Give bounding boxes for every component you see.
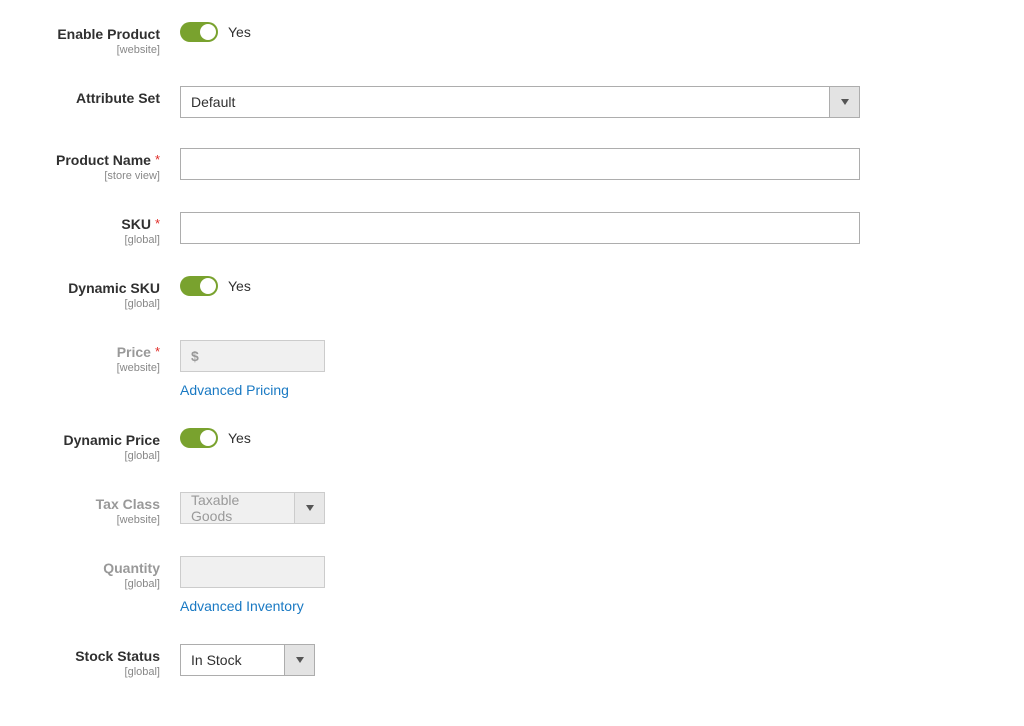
stock-status-select[interactable]: In Stock bbox=[180, 644, 315, 676]
toggle-track bbox=[180, 276, 218, 296]
quantity-input bbox=[191, 564, 314, 580]
toggle-label: Yes bbox=[228, 278, 251, 294]
label-text: Tax Class bbox=[96, 496, 160, 512]
enable-product-toggle[interactable]: Yes bbox=[180, 22, 251, 42]
control-dynamic-sku: Yes bbox=[180, 274, 251, 299]
product-name-input[interactable] bbox=[191, 156, 849, 172]
label-scope: [website] bbox=[30, 514, 160, 526]
price-input bbox=[205, 348, 314, 364]
chevron-down-icon bbox=[829, 87, 859, 117]
toggle-knob bbox=[200, 278, 216, 294]
sku-input-wrapper bbox=[180, 212, 860, 244]
label-scope: [global] bbox=[30, 450, 160, 462]
label-enable-product: Enable Product [website] bbox=[30, 20, 180, 56]
dynamic-sku-toggle[interactable]: Yes bbox=[180, 276, 251, 296]
label-text: Dynamic Price bbox=[64, 432, 161, 448]
required-asterisk: * bbox=[155, 344, 160, 359]
label-text: Enable Product bbox=[57, 26, 160, 42]
sku-input[interactable] bbox=[191, 220, 849, 236]
label-text: Product Name bbox=[56, 152, 151, 168]
control-stock-status: In Stock bbox=[180, 642, 315, 676]
label-scope: [global] bbox=[30, 578, 160, 590]
required-asterisk: * bbox=[155, 152, 160, 167]
label-scope: [website] bbox=[30, 362, 160, 374]
field-product-name: Product Name * [store view] bbox=[30, 146, 994, 182]
toggle-label: Yes bbox=[228, 430, 251, 446]
label-text: Stock Status bbox=[75, 648, 160, 664]
label-scope: [global] bbox=[30, 234, 160, 246]
toggle-label: Yes bbox=[228, 24, 251, 40]
field-stock-status: Stock Status [global] In Stock bbox=[30, 642, 994, 678]
label-scope: [global] bbox=[30, 298, 160, 310]
chevron-down-icon bbox=[284, 645, 314, 675]
label-scope: [store view] bbox=[30, 170, 160, 182]
toggle-knob bbox=[200, 430, 216, 446]
quantity-input-wrapper bbox=[180, 556, 325, 588]
label-text: Attribute Set bbox=[76, 90, 160, 106]
label-price: Price * [website] bbox=[30, 338, 180, 374]
label-text: Dynamic SKU bbox=[68, 280, 160, 296]
field-enable-product: Enable Product [website] Yes bbox=[30, 20, 994, 56]
control-dynamic-price: Yes bbox=[180, 426, 251, 451]
control-price: $ Advanced Pricing bbox=[180, 338, 325, 398]
chevron-down-icon bbox=[294, 493, 324, 523]
advanced-pricing-link[interactable]: Advanced Pricing bbox=[180, 382, 289, 398]
product-name-input-wrapper bbox=[180, 148, 860, 180]
select-value: Taxable Goods bbox=[181, 492, 294, 524]
toggle-knob bbox=[200, 24, 216, 40]
required-asterisk: * bbox=[155, 216, 160, 231]
field-price: Price * [website] $ Advanced Pricing bbox=[30, 338, 994, 398]
field-dynamic-price: Dynamic Price [global] Yes bbox=[30, 426, 994, 462]
toggle-track bbox=[180, 428, 218, 448]
field-quantity: Quantity [global] Advanced Inventory bbox=[30, 554, 994, 614]
advanced-inventory-link[interactable]: Advanced Inventory bbox=[180, 598, 304, 614]
label-quantity: Quantity [global] bbox=[30, 554, 180, 590]
label-scope: [global] bbox=[30, 666, 160, 678]
toggle-track bbox=[180, 22, 218, 42]
field-sku: SKU * [global] bbox=[30, 210, 994, 246]
label-text: Price bbox=[117, 344, 151, 360]
control-tax-class: Taxable Goods bbox=[180, 490, 325, 524]
label-dynamic-sku: Dynamic SKU [global] bbox=[30, 274, 180, 310]
control-attribute-set: Default bbox=[180, 84, 860, 118]
field-dynamic-sku: Dynamic SKU [global] Yes bbox=[30, 274, 994, 310]
control-sku bbox=[180, 210, 860, 244]
label-stock-status: Stock Status [global] bbox=[30, 642, 180, 678]
label-tax-class: Tax Class [website] bbox=[30, 490, 180, 526]
label-attribute-set: Attribute Set bbox=[30, 84, 180, 106]
currency-symbol: $ bbox=[191, 348, 199, 364]
attribute-set-select[interactable]: Default bbox=[180, 86, 860, 118]
control-product-name bbox=[180, 146, 860, 180]
field-tax-class: Tax Class [website] Taxable Goods bbox=[30, 490, 994, 526]
field-attribute-set: Attribute Set Default bbox=[30, 84, 994, 118]
select-value: Default bbox=[181, 94, 829, 110]
select-value: In Stock bbox=[181, 652, 284, 668]
dynamic-price-toggle[interactable]: Yes bbox=[180, 428, 251, 448]
tax-class-select: Taxable Goods bbox=[180, 492, 325, 524]
label-sku: SKU * [global] bbox=[30, 210, 180, 246]
label-text: SKU bbox=[121, 216, 151, 232]
label-text: Quantity bbox=[103, 560, 160, 576]
control-enable-product: Yes bbox=[180, 20, 251, 45]
label-product-name: Product Name * [store view] bbox=[30, 146, 180, 182]
label-dynamic-price: Dynamic Price [global] bbox=[30, 426, 180, 462]
label-scope: [website] bbox=[30, 44, 160, 56]
price-input-wrapper: $ bbox=[180, 340, 325, 372]
control-quantity: Advanced Inventory bbox=[180, 554, 325, 614]
